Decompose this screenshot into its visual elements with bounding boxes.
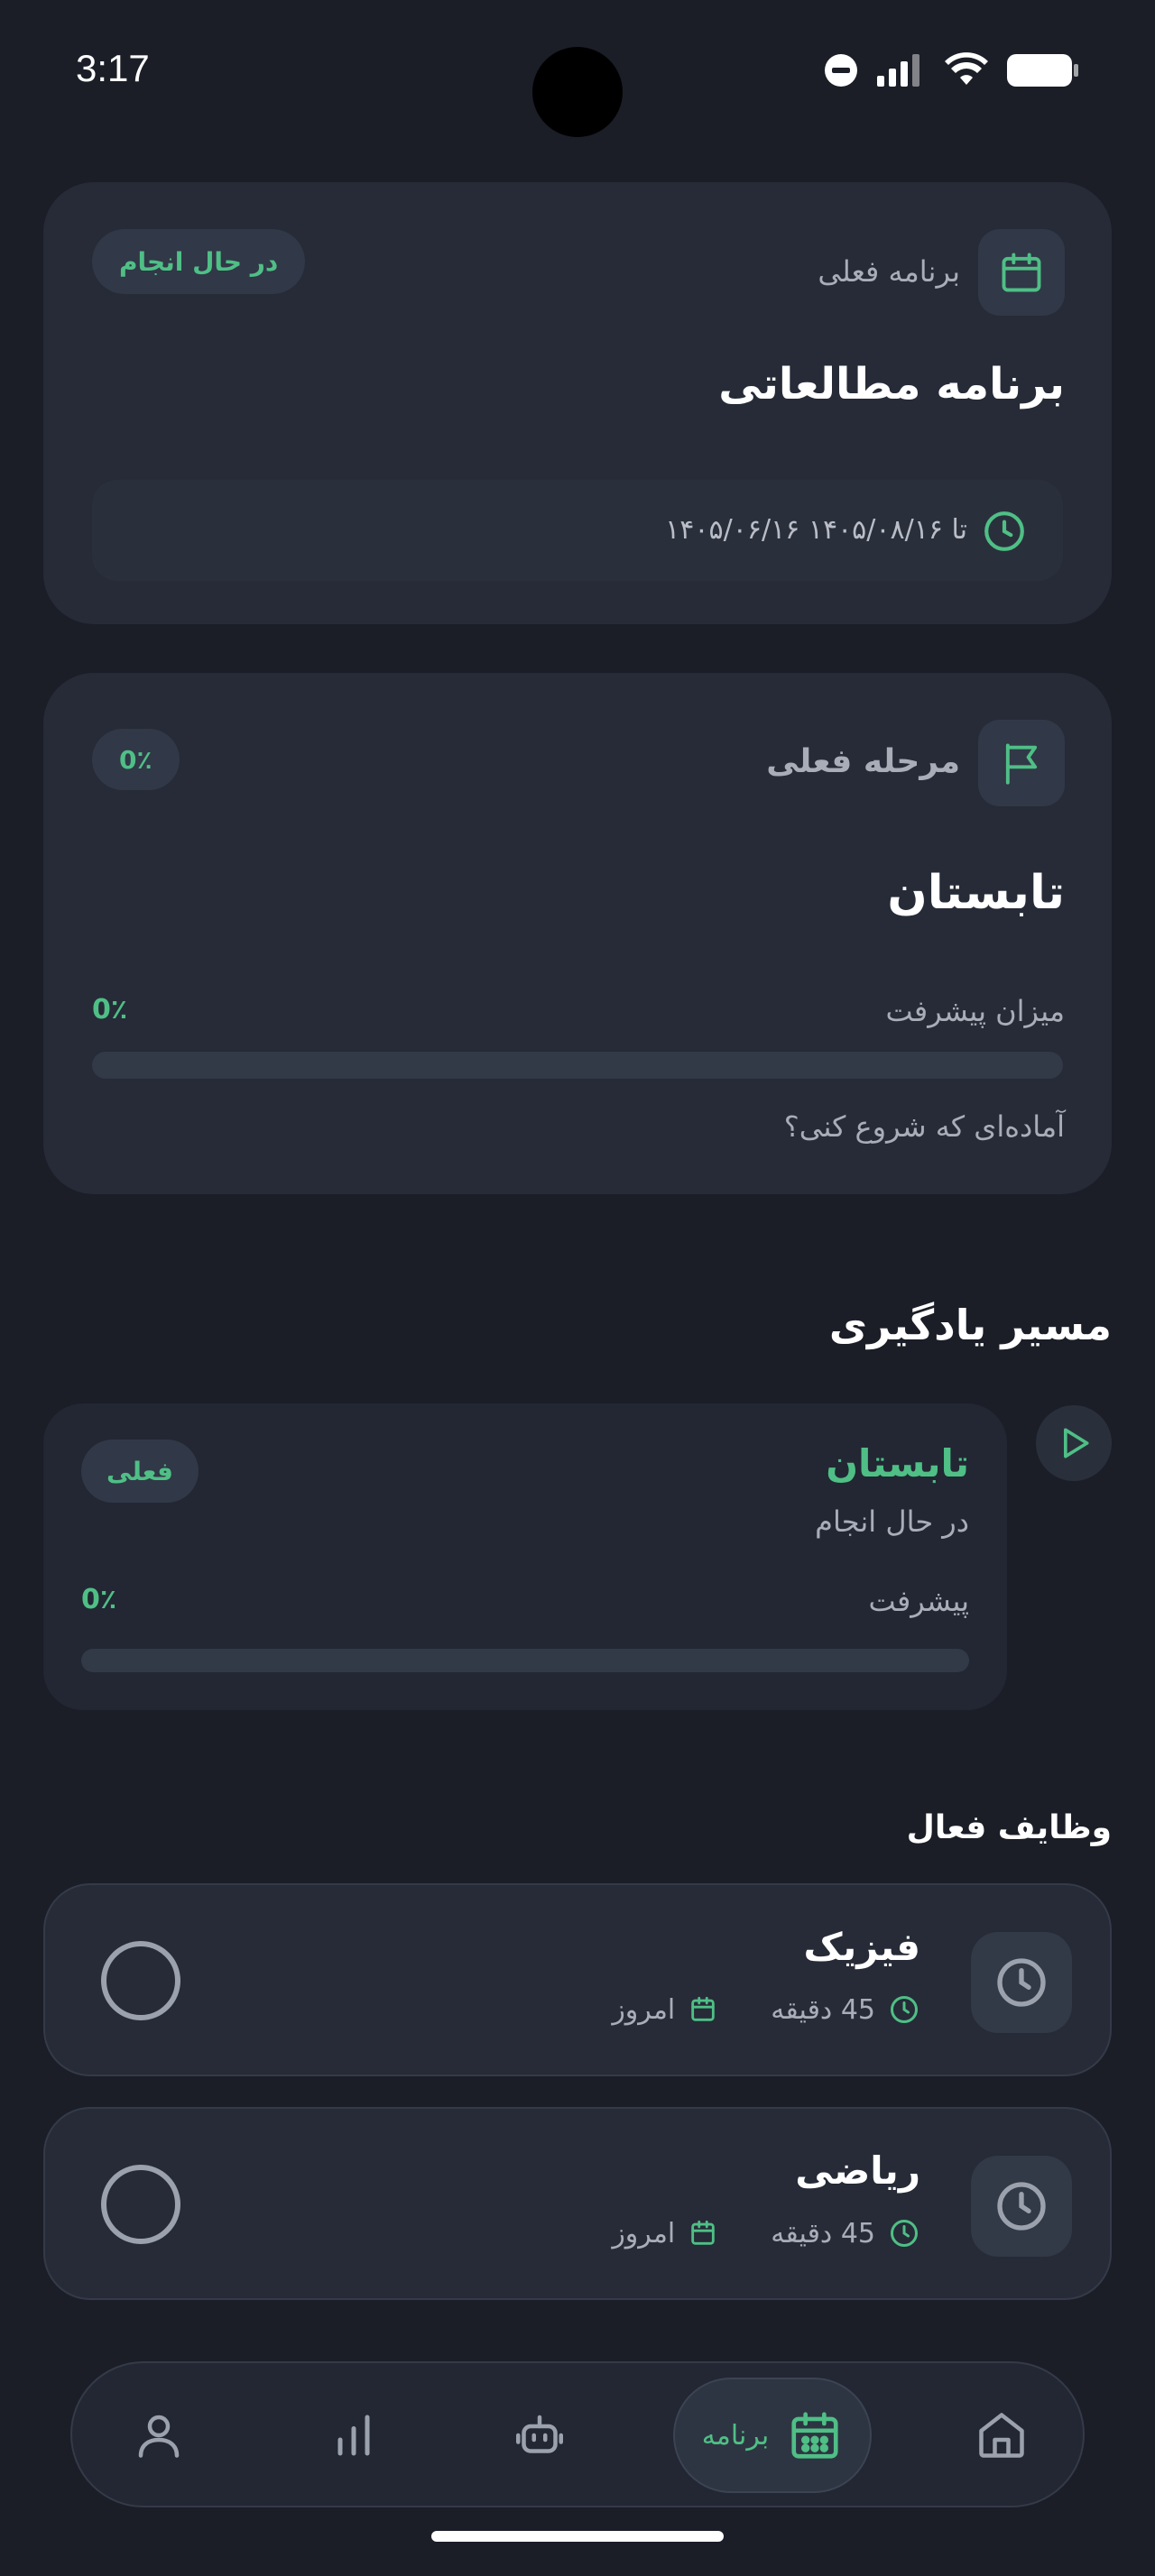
task-meta: 45 دقیقه امروز [612,1993,920,2026]
clock-icon [997,1958,1046,2007]
nav-profile[interactable] [117,2394,200,2477]
robot-icon [516,2415,563,2453]
current-stage-card[interactable]: مرحله فعلی 0٪ تابستان میزان پیشرفت 0٪ آم… [43,673,1112,1194]
status-badge: در حال انجام [92,229,306,294]
calendar-icon [691,2220,715,2245]
task-meta: 45 دقیقه امروز [612,2217,920,2249]
start-prompt: آماده‌ای که شروع کنی؟ [783,1109,1065,1144]
task-duration: 45 دقیقه [771,1993,875,2026]
date-range: ۱۴۰۵/۰۶/۱۶ تا ۱۴۰۵/۰۸/۱۶ [665,514,967,546]
flag-icon [1005,743,1038,785]
task-card[interactable]: فیزیک 45 دقیقه امروز [43,1883,1112,2076]
program-title: برنامه مطالعاتی [718,359,1065,409]
task-card[interactable]: ریاضی 45 دقیقه امروز [43,2107,1112,2300]
task-icon-tile [971,2156,1072,2257]
stage-icon-tile [978,720,1065,806]
task-title: ریاضی [795,2148,920,2193]
status-icons [823,51,1079,90]
home-icon [979,2413,1024,2458]
nav-home[interactable] [960,2394,1043,2477]
app-screen: 3:17 برنامه فعلی در حال انجام برنامه مطا… [0,0,1155,2576]
camera-cutout [532,47,623,137]
nav-assistant[interactable] [498,2394,581,2477]
path-progress-bar [81,1649,969,1672]
path-progress-label: پیشرفت [868,1584,969,1618]
clock-icon [997,2182,1046,2231]
task-checkbox[interactable] [101,2165,180,2244]
progress-value: 0٪ [92,994,128,1026]
nav-program-label: برنامه [701,2419,770,2452]
profile-icon [138,2415,180,2458]
task-title: فیزیک [803,1925,920,1969]
wifi-icon [945,52,988,85]
path-progress-value: 0٪ [81,1584,117,1615]
stage-percent-badge: 0٪ [92,729,180,790]
do-not-disturb-icon [825,54,857,87]
signal-icon [877,54,919,87]
calendar-icon [691,1996,715,2021]
path-item-status: در حال انجام [815,1504,969,1539]
task-checkbox[interactable] [101,1941,180,2020]
chart-icon [337,2415,370,2456]
clock-icon [891,1996,918,2023]
nav-program-active[interactable]: برنامه [673,2378,872,2493]
status-time: 3:17 [76,47,150,89]
progress-label: میزان پیشرفت [885,994,1066,1028]
stage-label: مرحله فعلی [766,743,960,780]
home-indicator [431,2531,724,2542]
task-when: امروز [612,1993,676,2026]
task-when: امروز [612,2217,676,2249]
play-icon [1064,1428,1089,1458]
clock-icon [891,2220,918,2247]
learning-path-title: مسیر یادگیری [828,1301,1112,1349]
calendar-icon [791,2412,838,2459]
bottom-nav: برنامه [70,2361,1085,2507]
battery-icon [1007,54,1078,87]
date-range-box: ۱۴۰۵/۰۶/۱۶ تا ۱۴۰۵/۰۸/۱۶ [92,480,1063,581]
learning-path-item[interactable]: تابستان در حال انجام فعلی پیشرفت 0٪ [43,1403,1007,1710]
task-duration: 45 دقیقه [771,2217,875,2249]
nav-stats[interactable] [312,2394,395,2477]
program-icon-tile [978,229,1065,316]
active-tasks-title: وظایف فعال [906,1809,1112,1846]
path-item-name: تابستان [826,1441,969,1486]
current-program-card[interactable]: برنامه فعلی در حال انجام برنامه مطالعاتی… [43,182,1112,624]
task-icon-tile [971,1932,1072,2033]
stage-progress-bar [92,1052,1063,1079]
calendar-icon [1002,253,1041,292]
clock-icon [982,509,1027,557]
play-button[interactable] [1036,1405,1112,1481]
stage-title: تابستان [887,866,1065,920]
program-label: برنامه فعلی [818,254,960,289]
current-badge: فعلی [81,1440,199,1503]
